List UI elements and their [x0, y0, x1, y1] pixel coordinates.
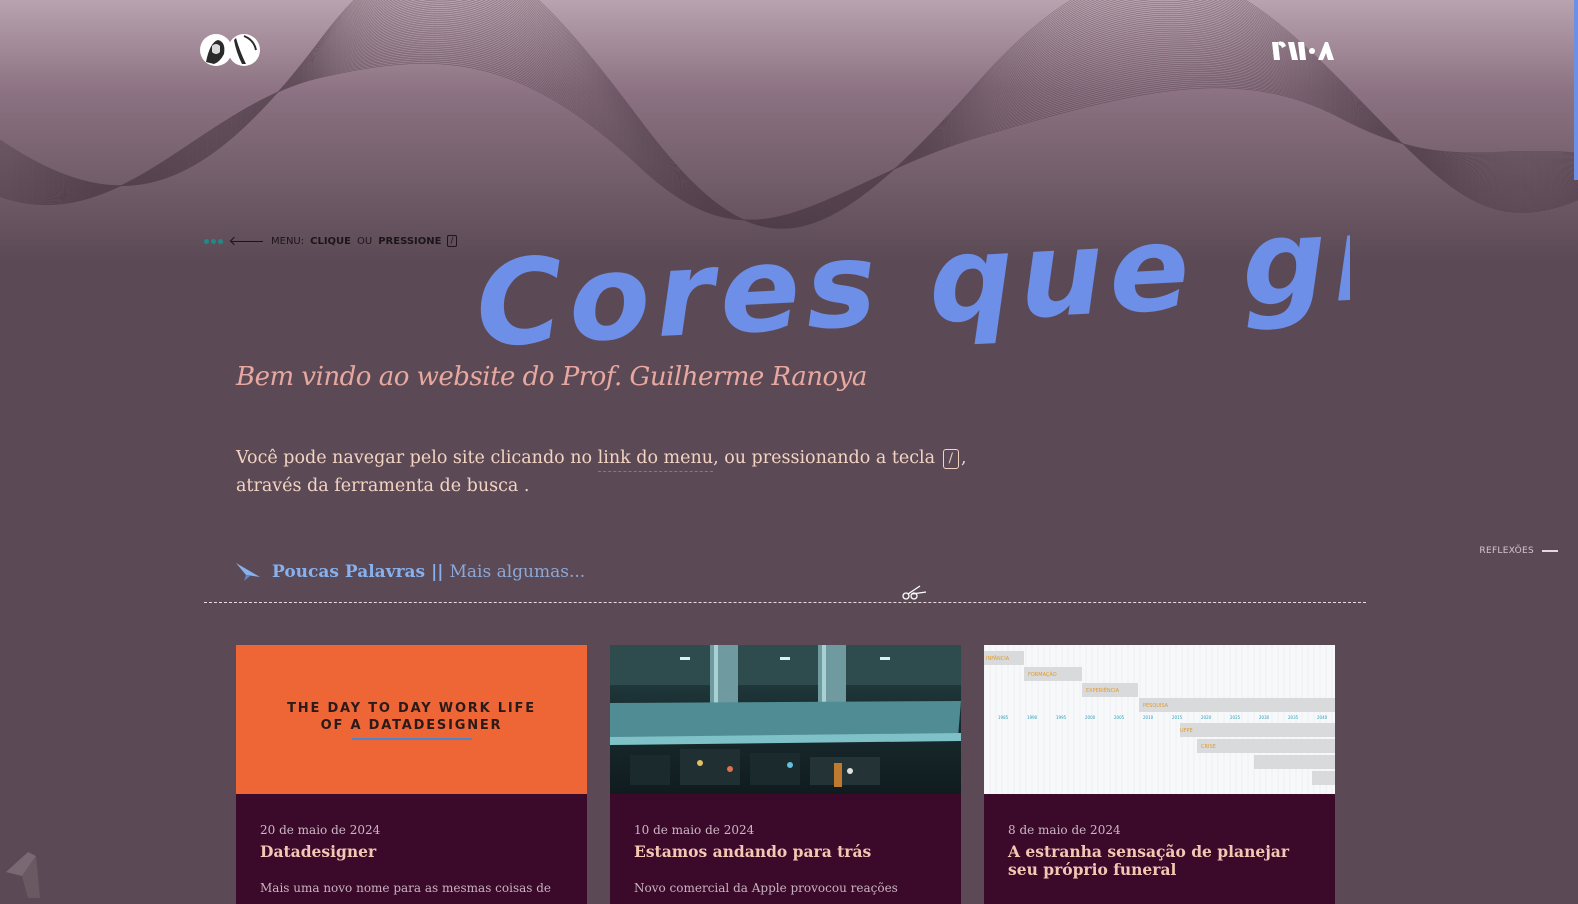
menu-prefix: MENU: [271, 235, 305, 247]
gantt-year: 2000 [1085, 715, 1096, 720]
paper-plane-icon [236, 563, 260, 581]
intro-paragraph: Você pode navegar pelo site clicando no … [236, 444, 1016, 500]
studio-photo [610, 645, 961, 787]
intro-text-1: Você pode navegar pelo site clicando no [236, 448, 598, 468]
thumbnail-underline [351, 737, 472, 740]
post-excerpt: Novo comercial da Apple provocou reações [634, 881, 898, 895]
menu-key: / [447, 235, 457, 247]
origami-corner-icon [6, 852, 40, 898]
gantt-label: PESQUISA [1143, 703, 1169, 709]
side-nav-reflexoes[interactable]: REFLEXÕES [1479, 546, 1558, 556]
gantt-year: 2005 [1114, 715, 1125, 720]
post-card[interactable]: INFÂNCIA FORMAÇÃO EXPERIÊNCIA PESQUISA UFPE C… [984, 645, 1335, 904]
menu-link[interactable]: link do menu [597, 448, 714, 472]
post-title[interactable]: A estranha sensação de planejar seu próp… [1008, 843, 1313, 879]
section-divider [204, 602, 1366, 603]
tab-separator: || [431, 562, 444, 582]
menu-click: CLIQUE [310, 235, 352, 247]
gantt-label: INFÂNCIA [986, 655, 1010, 662]
gantt-label: FORMAÇÃO [1028, 671, 1057, 678]
post-date: 10 de maio de 2024 [634, 823, 755, 837]
hero-title: Cores que gritam [473, 190, 1350, 370]
slash-key: / [942, 448, 960, 469]
gantt-year: 2020 [1201, 715, 1212, 720]
menu-dots-icon[interactable] [204, 238, 223, 244]
gantt-year: 2010 [1143, 715, 1154, 720]
gantt-year: 2015 [1172, 715, 1183, 720]
gantt-bar [1139, 698, 1335, 712]
page-subtitle: Bem vindo ao website do Prof. Guilherme … [236, 362, 867, 392]
post-title[interactable]: Datadesigner [260, 843, 565, 861]
gantt-bar [1180, 723, 1335, 737]
gantt-bar [1197, 739, 1335, 753]
section-tabs: Poucas Palavras || Mais algumas... [236, 562, 585, 582]
post-card[interactable]: THE DAY TO DAY WORK LIFE OF A DATADESIGN… [236, 645, 587, 904]
scissors-icon [902, 585, 927, 600]
thumbnail-text: THE DAY TO DAY WORK LIFE OF A DATADESIGN… [287, 700, 536, 733]
post-card[interactable]: 10 de maio de 2024 Estamos andando para … [610, 645, 961, 904]
gantt-year: 2025 [1230, 715, 1241, 720]
tab-mais-algumas[interactable]: Mais algumas... [450, 562, 586, 582]
post-thumbnail[interactable]: INFÂNCIA FORMAÇÃO EXPERIÊNCIA PESQUISA UFPE C… [984, 645, 1335, 794]
side-nav-label: REFLEXÕES [1479, 546, 1534, 556]
gantt-label: UFPE [1180, 728, 1193, 734]
gantt-year: 2040 [1317, 715, 1328, 720]
gantt-year: 2030 [1259, 715, 1270, 720]
post-date: 20 de maio de 2024 [260, 823, 381, 837]
gantt-bar [1254, 755, 1335, 769]
menu-hint[interactable]: MENU: CLIQUE OU PRESSIONE / [204, 235, 457, 247]
gantt-bar [1312, 771, 1335, 785]
scroll-indicator[interactable] [1574, 0, 1578, 180]
menu-press: PRESSIONE [378, 235, 442, 247]
rma-brand-icon[interactable] [1270, 38, 1334, 64]
arrow-left-icon [231, 240, 263, 242]
post-date: 8 de maio de 2024 [1008, 823, 1121, 837]
gantt-label: CRISE [1201, 744, 1216, 750]
post-thumbnail[interactable]: THE DAY TO DAY WORK LIFE OF A DATADESIGN… [236, 645, 587, 794]
gantt-year: 1985 [998, 715, 1009, 720]
portrait-logo-icon[interactable] [200, 32, 262, 68]
gantt-label: EXPERIÊNCIA [1086, 686, 1120, 694]
intro-text-2: , ou pressionando a tecla [713, 448, 941, 468]
post-title[interactable]: Estamos andando para trás [634, 843, 939, 861]
post-excerpt: Mais uma novo nome para as mesmas coisas… [260, 881, 552, 895]
gantt-year: 1995 [1056, 715, 1067, 720]
menu-or: OU [357, 235, 373, 247]
tab-poucas-palavras[interactable]: Poucas Palavras [272, 562, 425, 582]
gantt-chart-thumbnail: INFÂNCIA FORMAÇÃO EXPERIÊNCIA PESQUISA UFPE C… [984, 645, 1335, 794]
post-thumbnail[interactable] [610, 645, 961, 794]
gantt-year: 2035 [1288, 715, 1299, 720]
side-nav-line [1542, 550, 1558, 552]
gantt-year: 1990 [1027, 715, 1038, 720]
hero-title-text: Cores que gritam [473, 190, 1350, 370]
